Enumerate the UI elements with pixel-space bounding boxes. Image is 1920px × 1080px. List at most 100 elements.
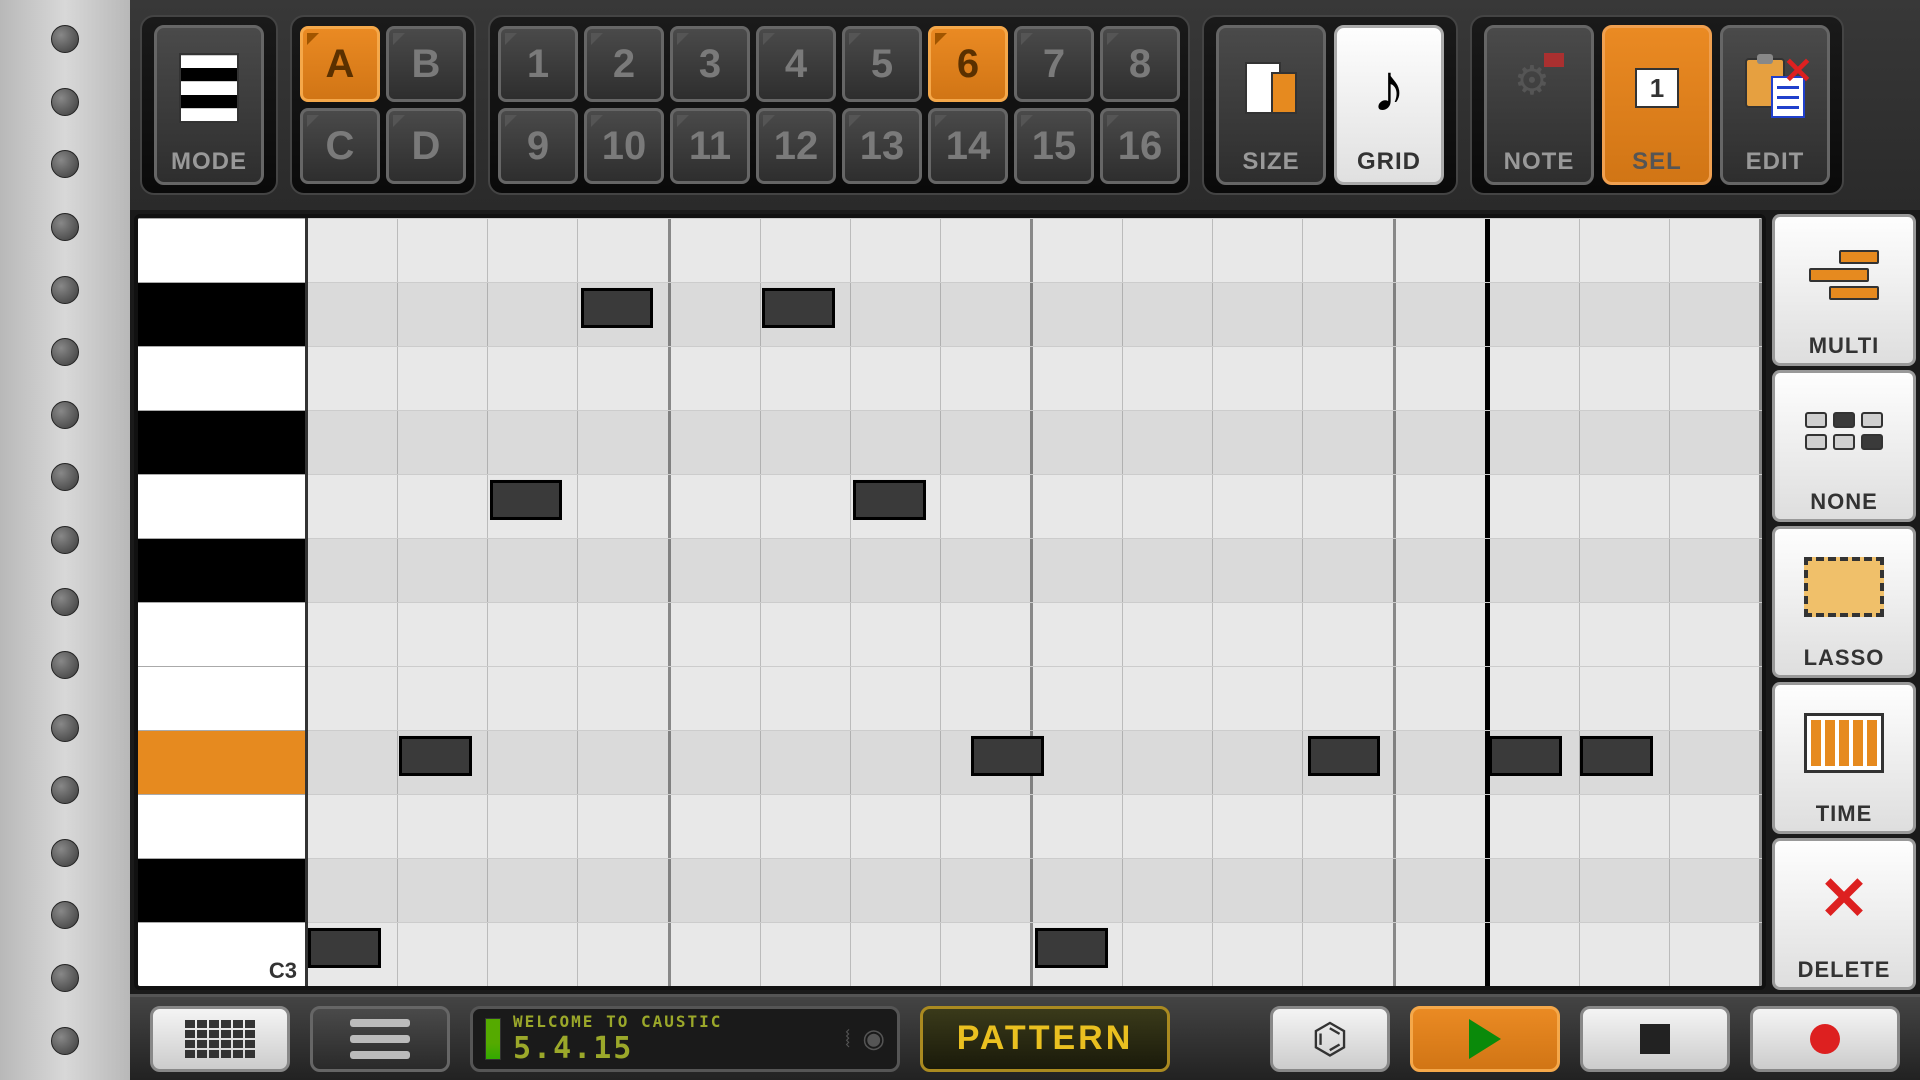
slot-button-15[interactable]: 15: [1014, 108, 1094, 184]
rail-dot[interactable]: [51, 526, 79, 554]
bank-grid: ABCD: [300, 26, 466, 184]
piano-key[interactable]: [138, 218, 305, 282]
size-button[interactable]: SIZE: [1216, 25, 1326, 185]
slot-button-14[interactable]: 14: [928, 108, 1008, 184]
rail-dot[interactable]: [51, 776, 79, 804]
grid-view-button[interactable]: [150, 1006, 290, 1072]
note-block[interactable]: [1035, 928, 1108, 968]
left-rail: [0, 0, 130, 1080]
rail-dot[interactable]: [51, 839, 79, 867]
record-icon: [1810, 1024, 1840, 1054]
note-grid[interactable]: [308, 218, 1762, 986]
note-button[interactable]: ⚙ NOTE: [1484, 25, 1594, 185]
delete-button[interactable]: ✕ DELETE: [1772, 838, 1916, 990]
rail-dot[interactable]: [51, 213, 79, 241]
note-block[interactable]: [1489, 736, 1562, 776]
midi-icon: ◉: [862, 1023, 885, 1055]
note-block[interactable]: [490, 480, 563, 520]
editor-row: C3 MULTI NONE LASSO TIME: [130, 210, 1920, 994]
time-button[interactable]: TIME: [1772, 682, 1916, 834]
metronome-icon: ⌬: [1312, 1014, 1349, 1063]
grid-button[interactable]: ♪ GRID: [1334, 25, 1444, 185]
multi-button[interactable]: MULTI: [1772, 214, 1916, 366]
slot-button-9[interactable]: 9: [498, 108, 578, 184]
bank-button-c[interactable]: C: [300, 108, 380, 184]
slot-button-4[interactable]: 4: [756, 26, 836, 102]
bank-button-d[interactable]: D: [386, 108, 466, 184]
record-button[interactable]: [1750, 1006, 1900, 1072]
lasso-button[interactable]: LASSO: [1772, 526, 1916, 678]
rail-dot[interactable]: [51, 150, 79, 178]
note-block[interactable]: [581, 288, 654, 328]
none-button[interactable]: NONE: [1772, 370, 1916, 522]
slot-button-8[interactable]: 8: [1100, 26, 1180, 102]
note-block[interactable]: [762, 288, 835, 328]
slot-button-10[interactable]: 10: [584, 108, 664, 184]
piano-key[interactable]: [138, 282, 305, 346]
menu-button[interactable]: [310, 1006, 450, 1072]
edit-label: EDIT: [1746, 148, 1805, 176]
rail-dot[interactable]: [51, 964, 79, 992]
sel-button[interactable]: 1 SEL: [1602, 25, 1712, 185]
note-block[interactable]: [1308, 736, 1381, 776]
rail-dot[interactable]: [51, 588, 79, 616]
note-block[interactable]: [399, 736, 472, 776]
rail-dot[interactable]: [51, 651, 79, 679]
slot-button-6[interactable]: 6: [928, 26, 1008, 102]
rail-dot[interactable]: [51, 901, 79, 929]
stop-button[interactable]: [1580, 1006, 1730, 1072]
piano-key[interactable]: [138, 730, 305, 794]
display-text: WELCOME TO CAUSTIC 5.4.15: [513, 1012, 845, 1066]
note-settings-icon: ⚙: [1514, 58, 1564, 118]
top-toolbar: MODE ABCD 12345678910111213141516 SIZE ♪…: [130, 0, 1920, 210]
metronome-button[interactable]: ⌬: [1270, 1006, 1390, 1072]
piano-keys-column: C3: [138, 218, 308, 986]
rail-dot[interactable]: [51, 1027, 79, 1055]
play-icon: [1469, 1019, 1501, 1059]
slot-button-3[interactable]: 3: [670, 26, 750, 102]
note-block[interactable]: [853, 480, 926, 520]
clipboard-edit-icon: ✕: [1745, 58, 1805, 118]
wifi-icon: ⧙: [845, 1023, 850, 1055]
piano-key[interactable]: [138, 538, 305, 602]
slot-button-12[interactable]: 12: [756, 108, 836, 184]
slot-button-13[interactable]: 13: [842, 108, 922, 184]
bank-button-a[interactable]: A: [300, 26, 380, 102]
rail-dot[interactable]: [51, 25, 79, 53]
multi-icon: [1809, 250, 1879, 300]
piano-key[interactable]: C3: [138, 922, 305, 986]
note-block[interactable]: [971, 736, 1044, 776]
slot-button-1[interactable]: 1: [498, 26, 578, 102]
slot-button-2[interactable]: 2: [584, 26, 664, 102]
rail-dot[interactable]: [51, 714, 79, 742]
piano-key[interactable]: [138, 410, 305, 474]
bank-button-b[interactable]: B: [386, 26, 466, 102]
slot-button-16[interactable]: 16: [1100, 108, 1180, 184]
note-block[interactable]: [1580, 736, 1653, 776]
display-title: WELCOME TO CAUSTIC: [513, 1012, 845, 1031]
edit-button[interactable]: ✕ EDIT: [1720, 25, 1830, 185]
rail-dot[interactable]: [51, 338, 79, 366]
piano-key[interactable]: [138, 602, 305, 666]
note-block[interactable]: [308, 928, 381, 968]
note-label: NOTE: [1504, 148, 1575, 176]
slot-button-11[interactable]: 11: [670, 108, 750, 184]
piano-key[interactable]: [138, 794, 305, 858]
display-panel[interactable]: WELCOME TO CAUSTIC 5.4.15 ⧙ ◉: [470, 1006, 900, 1072]
slot-button-5[interactable]: 5: [842, 26, 922, 102]
rail-dot[interactable]: [51, 463, 79, 491]
slot-button-7[interactable]: 7: [1014, 26, 1094, 102]
display-status-icons: ⧙ ◉: [845, 1023, 885, 1055]
piano-key[interactable]: [138, 346, 305, 410]
piano-key[interactable]: [138, 666, 305, 730]
rail-dot[interactable]: [51, 276, 79, 304]
delete-label: DELETE: [1798, 957, 1891, 983]
piano-key[interactable]: [138, 858, 305, 922]
rail-dot[interactable]: [51, 401, 79, 429]
rail-dot[interactable]: [51, 88, 79, 116]
slot-grid: 12345678910111213141516: [498, 26, 1180, 184]
mode-button[interactable]: MODE: [154, 25, 264, 185]
piano-key[interactable]: [138, 474, 305, 538]
play-button[interactable]: [1410, 1006, 1560, 1072]
pattern-button[interactable]: PATTERN: [920, 1006, 1170, 1072]
